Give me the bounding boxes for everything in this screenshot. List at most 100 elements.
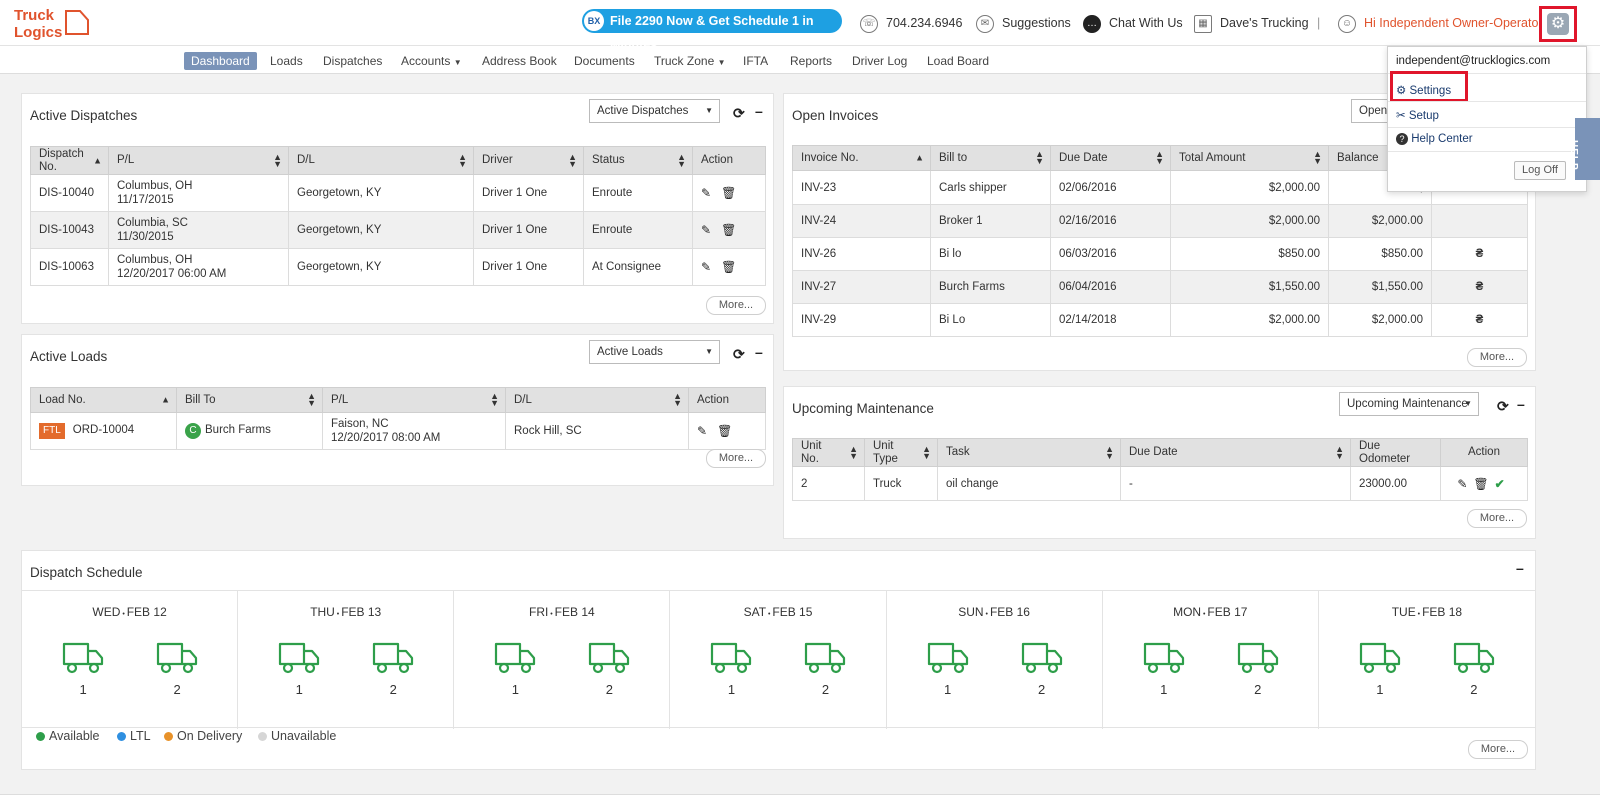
col-bill-to[interactable]: Bill To ▲ ▼ <box>176 387 323 413</box>
refresh-icon[interactable]: ⟳ <box>733 105 745 122</box>
trucklogics-logo[interactable]: Truck Logics <box>12 5 92 41</box>
table-row[interactable]: INV-26 Bi lo 06/03/2016 $850.00 $850.00 … <box>792 237 1528 271</box>
suggestions-link[interactable]: ✉ Suggestions <box>976 14 1071 33</box>
menu-help-center[interactable]: ? Help Center <box>1396 133 1473 145</box>
truck-icon[interactable] <box>494 640 536 674</box>
trash-icon[interactable]: 🗑 <box>1473 477 1494 491</box>
col-load-no[interactable]: Load No. ▲ <box>30 387 177 413</box>
table-row[interactable]: DIS-10063 Columbus, OH 12/20/2017 06:00 A… <box>30 248 766 286</box>
nav-documents[interactable]: Documents <box>574 52 635 70</box>
truck-icon[interactable] <box>278 640 320 674</box>
edit-icon[interactable]: ✎ <box>1457 477 1473 491</box>
truck-icon[interactable] <box>1453 640 1495 674</box>
nav-reports[interactable]: Reports <box>790 52 832 70</box>
nav-ifta[interactable]: IFTA <box>743 52 768 70</box>
nav-accounts[interactable]: Accounts ▼ <box>401 52 462 70</box>
edit-icon[interactable]: ✎ <box>701 260 721 274</box>
dispatches-more-button[interactable]: More... <box>706 296 766 315</box>
edit-icon[interactable]: ✎ <box>697 424 717 438</box>
minus-icon[interactable]: – <box>755 344 763 360</box>
col-total-amount[interactable]: Total Amount ▲ ▼ <box>1170 145 1329 171</box>
col-dl[interactable]: D/L ▲ ▼ <box>505 387 689 413</box>
table-row[interactable]: FTL ORD-10004 C Burch Farms Faison, NC 12/2… <box>30 412 766 450</box>
col-invoice-no[interactable]: Invoice No. ▲ <box>792 145 931 171</box>
col-pl[interactable]: P/L ▲ ▼ <box>322 387 506 413</box>
invoices-more-button[interactable]: More... <box>1467 348 1527 367</box>
nav-driver-log[interactable]: Driver Log <box>852 52 907 70</box>
minus-icon[interactable]: – <box>1516 560 1524 576</box>
col-unit-no[interactable]: Unit No. ▲ ▼ <box>792 438 865 467</box>
invoice-pay-icon[interactable]: ₴ <box>1431 237 1528 271</box>
col-unit-type[interactable]: Unit Type ▲ ▼ <box>864 438 938 467</box>
nav-load-board[interactable]: Load Board <box>927 52 989 70</box>
trash-icon[interactable]: 🗑 <box>721 223 746 237</box>
col-dl[interactable]: D/L ▲ ▼ <box>288 146 474 175</box>
trash-icon[interactable]: 🗑 <box>717 424 742 438</box>
truck-icon[interactable] <box>1237 640 1279 674</box>
settings-gear-button[interactable]: ⚙ <box>1539 6 1577 42</box>
user-menu[interactable]: ☺ Hi Independent Owner-Operator <box>1338 14 1543 33</box>
menu-setup-label: Setup <box>1408 110 1439 122</box>
trash-icon[interactable]: 🗑 <box>721 260 746 274</box>
loads-more-button[interactable]: More... <box>706 449 766 468</box>
col-bill-to[interactable]: Bill to ▲ ▼ <box>930 145 1051 171</box>
nav-loads[interactable]: Loads <box>270 52 303 70</box>
nav-address-book[interactable]: Address Book <box>482 52 557 70</box>
truck-icon[interactable] <box>927 640 969 674</box>
table-row[interactable]: 2 Truck oil change - 23000.00 ✎🗑✔ <box>792 466 1528 501</box>
table-row[interactable]: INV-24 Broker 1 02/16/2016 $2,000.00 $2,… <box>792 204 1528 238</box>
cell-odometer: 23000.00 <box>1350 466 1441 501</box>
company-link[interactable]: ▦ Dave's Trucking <box>1194 14 1309 33</box>
active-dispatches-select[interactable]: Active Dispatches ▼ <box>589 99 720 123</box>
chat-link[interactable]: … Chat With Us <box>1083 14 1183 33</box>
truck-icon[interactable] <box>1359 640 1401 674</box>
panel-title: Dispatch Schedule <box>30 565 143 580</box>
log-off-button[interactable]: Log Off <box>1514 161 1566 180</box>
maintenance-more-button[interactable]: More... <box>1467 509 1527 528</box>
col-task[interactable]: Task ▲ ▼ <box>937 438 1121 467</box>
col-driver[interactable]: Driver ▲ ▼ <box>473 146 584 175</box>
col-pl[interactable]: P/L ▲ ▼ <box>108 146 289 175</box>
nav-dashboard[interactable]: Dashboard <box>184 52 257 70</box>
caret-down-icon: ▼ <box>453 58 462 67</box>
table-row[interactable]: DIS-10040 Columbus, OH 11/17/2015 Georget… <box>30 174 766 212</box>
schedule-more-button[interactable]: More... <box>1468 740 1528 759</box>
minus-icon[interactable]: – <box>1517 396 1525 412</box>
refresh-icon[interactable]: ⟳ <box>733 346 745 363</box>
truck-icon[interactable] <box>1143 640 1185 674</box>
truck-icon[interactable] <box>62 640 104 674</box>
truck-icon[interactable] <box>710 640 752 674</box>
col-due-date[interactable]: Due Date ▲ ▼ <box>1050 145 1171 171</box>
file-2290-promo-button[interactable]: BX File 2290 Now & Get Schedule 1 in Min… <box>582 9 842 52</box>
truck-icon[interactable] <box>588 640 630 674</box>
minus-icon[interactable]: – <box>755 103 763 119</box>
sort-icon: ▲ ▼ <box>922 443 931 461</box>
truck-icon[interactable] <box>1021 640 1063 674</box>
refresh-icon[interactable]: ⟳ <box>1497 398 1509 415</box>
day-date: FEB 14 <box>554 605 595 619</box>
wrench-check-icon[interactable]: ✔ <box>1495 477 1511 491</box>
table-row[interactable]: INV-27 Burch Farms 06/04/2016 $1,550.00 … <box>792 270 1528 304</box>
active-loads-select[interactable]: Active Loads ▼ <box>589 340 720 364</box>
nav-truck-zone[interactable]: Truck Zone ▼ <box>654 52 726 70</box>
invoice-pay-icon[interactable]: ₴ <box>1431 270 1528 304</box>
edit-icon[interactable]: ✎ <box>701 223 721 237</box>
col-status[interactable]: Status ▲ ▼ <box>583 146 693 175</box>
truck-icon[interactable] <box>804 640 846 674</box>
maintenance-select[interactable]: Upcoming Maintenance ▼ <box>1339 392 1479 416</box>
col-due-date[interactable]: Due Date ▲ ▼ <box>1120 438 1351 467</box>
help-side-tab[interactable]: HELP <box>1568 118 1600 180</box>
phone-link[interactable]: ☏ 704.234.6946 <box>860 14 962 33</box>
col-dispatch-no[interactable]: Dispatch No. ▲ <box>30 146 109 175</box>
col-due-odometer[interactable]: Due Odometer <box>1350 438 1441 467</box>
cell-action: ✎🗑 <box>688 412 766 450</box>
truck-icon[interactable] <box>372 640 414 674</box>
invoice-pay-icon[interactable]: ₴ <box>1431 303 1528 337</box>
truck-icon[interactable] <box>156 640 198 674</box>
nav-dispatches[interactable]: Dispatches <box>323 52 382 70</box>
menu-setup[interactable]: ✂ Setup <box>1396 108 1439 122</box>
table-row[interactable]: DIS-10043 Columbia, SC 11/30/2015 Georget… <box>30 211 766 249</box>
edit-icon[interactable]: ✎ <box>701 186 721 200</box>
table-row[interactable]: INV-29 Bi Lo 02/14/2018 $2,000.00 $2,000… <box>792 303 1528 337</box>
trash-icon[interactable]: 🗑 <box>721 186 746 200</box>
